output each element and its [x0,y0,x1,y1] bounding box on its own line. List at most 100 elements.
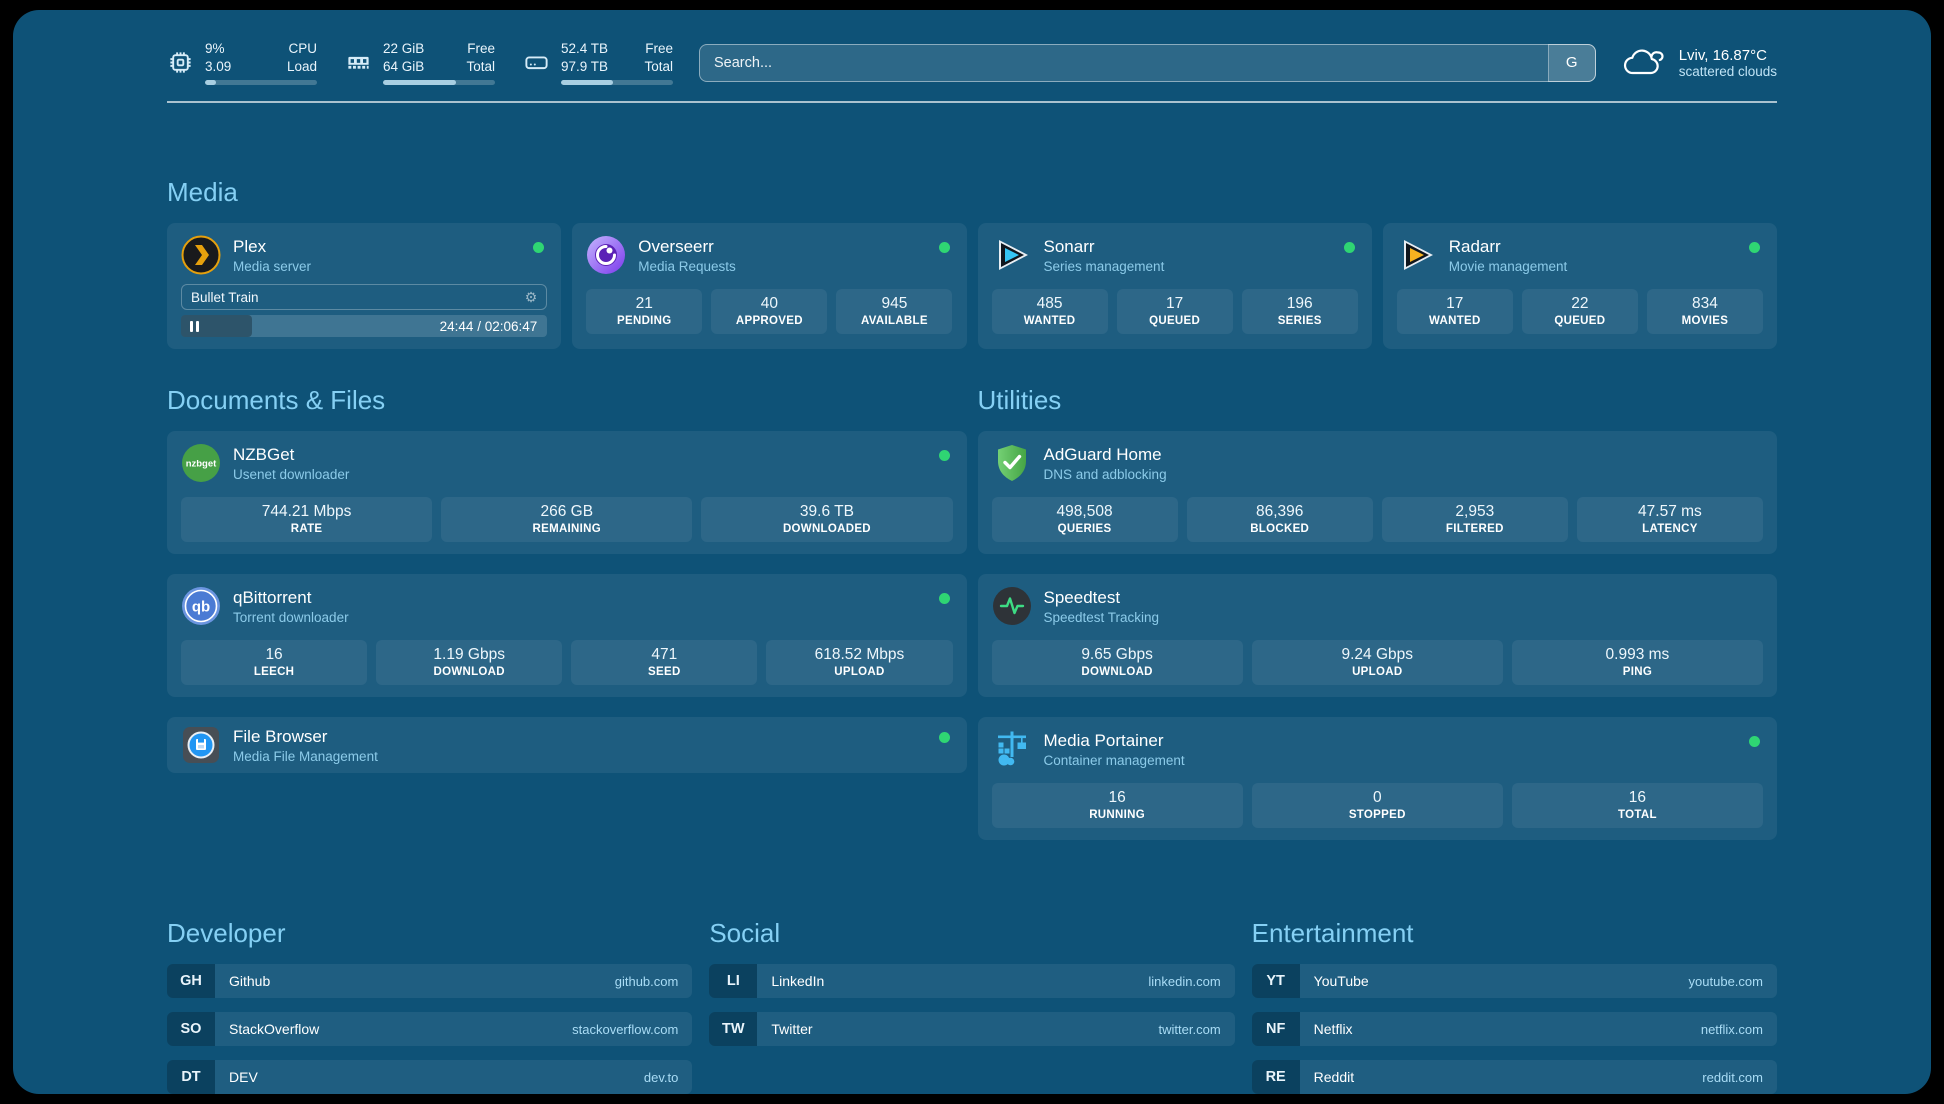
status-dot [939,242,950,253]
bookmark-reddit[interactable]: RE Reddit reddit.com [1252,1060,1777,1094]
stat-value: 618.52 Mbps [770,646,948,664]
service-title: qBittorrent [233,588,349,608]
service-subtitle: DNS and adblocking [1044,467,1167,482]
service-card-speedtest[interactable]: Speedtest Speedtest Tracking 9.65 Gbps D… [978,574,1778,697]
bookmark-abbr: TW [709,1012,757,1046]
disk-total-value: 97.9 TB [561,58,608,76]
bookmark-netflix[interactable]: NF Netflix netflix.com [1252,1012,1777,1046]
search-input[interactable] [699,44,1596,82]
service-card-nzbget[interactable]: nzbget NZBGet Usenet downloader 744.21 M… [167,431,967,554]
bookmark-domain: netflix.com [1701,1022,1763,1037]
bookmark-abbr: SO [167,1012,215,1046]
stat-value: 2,953 [1386,503,1564,521]
search-provider-button[interactable]: G [1548,44,1596,82]
bookmark-twitter[interactable]: TW Twitter twitter.com [709,1012,1234,1046]
stat-value: 40 [715,295,823,313]
gear-icon[interactable]: ⚙ [525,290,538,304]
bookmark-abbr: LI [709,964,757,998]
section-utilities: Utilities AdGuard Home [978,385,1778,860]
service-card-sonarr[interactable]: Sonarr Series management 485 WANTED 17 Q… [978,223,1372,349]
stat-box: 22 QUEUED [1522,289,1638,334]
stat-value: 16 [1516,789,1759,807]
stat-value: 834 [1651,295,1759,313]
stat-label: WANTED [996,315,1104,327]
memory-widget: 22 GiB 64 GiB Free Total [345,40,495,85]
service-card-radarr[interactable]: Radarr Movie management 17 WANTED 22 QUE… [1383,223,1777,349]
stat-box: 2,953 FILTERED [1382,497,1568,542]
bookmark-domain: youtube.com [1689,974,1763,989]
sonarr-icon [992,235,1032,275]
bookmark-abbr: RE [1252,1060,1300,1094]
memory-progress-bar [383,80,495,85]
service-title: NZBGet [233,445,349,465]
stat-box: 945 AVAILABLE [836,289,952,334]
service-subtitle: Media server [233,259,311,274]
section-title-utilities: Utilities [978,385,1778,416]
stat-label: QUEUED [1121,315,1229,327]
service-card-qbittorrent[interactable]: qb qBittorrent Torrent downloader 16 LEE… [167,574,967,697]
stat-value: 196 [1246,295,1354,313]
disk-widget: 52.4 TB 97.9 TB Free Total [523,40,673,85]
stat-label: LATENCY [1581,523,1759,535]
adguard-icon [992,443,1032,483]
service-subtitle: Torrent downloader [233,610,349,625]
stat-label: SEED [575,666,753,678]
stat-label: REMAINING [445,523,688,535]
memory-free-value: 22 GiB [383,40,424,58]
stat-label: DOWNLOAD [996,666,1239,678]
disk-progress-bar [561,80,673,85]
status-dot [939,732,950,743]
stat-value: 9.24 Gbps [1256,646,1499,664]
stat-box: 1.19 Gbps DOWNLOAD [376,640,562,685]
section-title-entertainment: Entertainment [1252,918,1777,949]
service-card-plex[interactable]: Plex Media server Bullet Train ⚙ 24:44 [167,223,561,349]
service-card-overseerr[interactable]: Overseerr Media Requests 21 PENDING 40 A… [572,223,966,349]
stat-value: 16 [996,789,1239,807]
stat-box: 16 LEECH [181,640,367,685]
portainer-icon [992,729,1032,769]
disk-free-value: 52.4 TB [561,40,608,58]
service-card-file-browser[interactable]: File Browser Media File Management [167,717,967,773]
stat-value: 17 [1121,295,1229,313]
stat-value: 16 [185,646,363,664]
stat-value: 86,396 [1191,503,1369,521]
bookmark-domain: stackoverflow.com [572,1022,678,1037]
speedtest-icon [992,586,1032,626]
stat-box: 471 SEED [571,640,757,685]
stat-label: PING [1516,666,1759,678]
stat-label: DOWNLOADED [705,523,948,535]
stat-value: 266 GB [445,503,688,521]
file-browser-icon [181,725,221,765]
bookmark-github[interactable]: GH Github github.com [167,964,692,998]
service-title: Sonarr [1044,237,1165,257]
service-card-adguard-home[interactable]: AdGuard Home DNS and adblocking 498,508 … [978,431,1778,554]
bookmark-youtube[interactable]: YT YouTube youtube.com [1252,964,1777,998]
qbittorrent-icon: qb [181,586,221,626]
section-title-documents: Documents & Files [167,385,967,416]
service-title: Radarr [1449,237,1568,257]
stat-box: 47.57 ms LATENCY [1577,497,1763,542]
bookmark-name: LinkedIn [771,973,824,989]
stat-box: 9.65 Gbps DOWNLOAD [992,640,1243,685]
stat-box: 21 PENDING [586,289,702,334]
bookmark-abbr: YT [1252,964,1300,998]
stat-box: 0 STOPPED [1252,783,1503,828]
service-subtitle: Media Requests [638,259,736,274]
bookmark-abbr: NF [1252,1012,1300,1046]
stat-value: 945 [840,295,948,313]
stat-box: 39.6 TB DOWNLOADED [701,497,952,542]
bookmark-linkedin[interactable]: LI LinkedIn linkedin.com [709,964,1234,998]
stat-label: LEECH [185,666,363,678]
bookmark-dev[interactable]: DT DEV dev.to [167,1060,692,1094]
bookmark-domain: linkedin.com [1148,974,1220,989]
pause-icon [190,321,199,332]
overseerr-icon [586,235,626,275]
service-subtitle: Container management [1044,753,1185,768]
service-title: Media Portainer [1044,731,1185,751]
service-card-media-portainer[interactable]: Media Portainer Container management 16 … [978,717,1778,840]
bookmark-stackoverflow[interactable]: SO StackOverflow stackoverflow.com [167,1012,692,1046]
stat-value: 47.57 ms [1581,503,1759,521]
stat-label: APPROVED [715,315,823,327]
service-subtitle: Series management [1044,259,1165,274]
stat-box: 9.24 Gbps UPLOAD [1252,640,1503,685]
